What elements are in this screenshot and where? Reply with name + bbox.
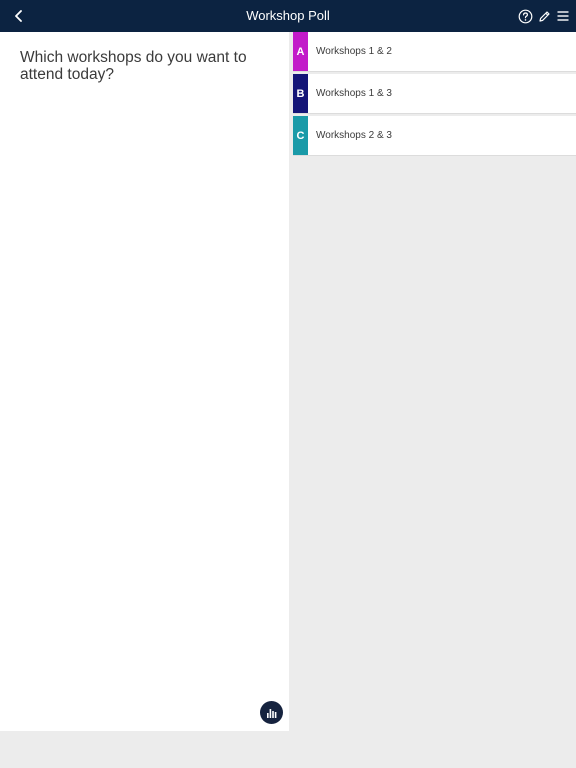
help-button[interactable]: [516, 4, 534, 28]
option-a[interactable]: A Workshops 1 & 2: [293, 32, 576, 71]
menu-icon: [557, 11, 569, 21]
option-label: Workshops 1 & 3: [316, 88, 392, 99]
option-letter-badge: C: [293, 116, 308, 155]
option-b[interactable]: B Workshops 1 & 3: [293, 74, 576, 113]
option-letter-badge: A: [293, 32, 308, 71]
option-c[interactable]: C Workshops 2 & 3: [293, 116, 576, 155]
page-title: Workshop Poll: [246, 8, 330, 23]
option-label: Workshops 1 & 2: [316, 46, 392, 57]
edit-button[interactable]: [535, 4, 553, 28]
pencil-icon: [538, 10, 550, 22]
menu-button[interactable]: [554, 4, 572, 28]
results-button[interactable]: [260, 701, 283, 724]
bar-chart-icon: [267, 708, 277, 718]
help-icon: [518, 9, 532, 23]
header-actions: [515, 4, 572, 28]
option-label: Workshops 2 & 3: [316, 130, 392, 141]
poll-question: Which workshops do you want to attend to…: [20, 49, 247, 83]
options-panel: A Workshops 1 & 2 B Workshops 1 & 3 C Wo…: [289, 32, 576, 731]
question-panel: Which workshops do you want to attend to…: [0, 32, 289, 731]
top-bar: Workshop Poll: [0, 0, 576, 32]
option-letter-badge: B: [293, 74, 308, 113]
bottom-area: [0, 731, 576, 768]
